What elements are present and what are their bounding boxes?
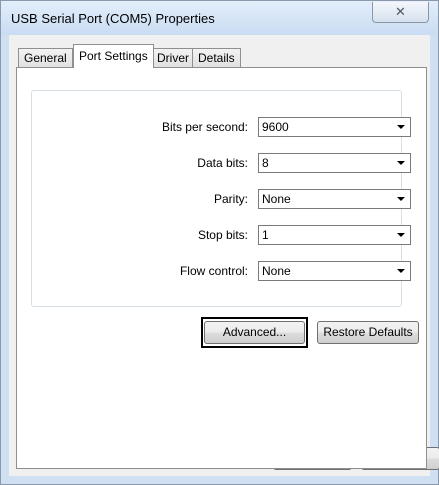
data-bits-label: Data bits: — [197, 156, 248, 170]
advanced-button[interactable]: Advanced... — [204, 321, 305, 344]
stop-bits-select[interactable]: 1 — [258, 225, 411, 245]
tab-details[interactable]: Details — [192, 48, 241, 67]
flow-control-label: Flow control: — [179, 264, 248, 278]
restore-defaults-button[interactable]: Restore Defaults — [317, 321, 419, 344]
flow-control-value: None — [262, 264, 291, 278]
chevron-down-icon — [397, 197, 405, 201]
parity-select[interactable]: None — [258, 189, 411, 209]
stop-bits-label: Stop bits: — [197, 228, 248, 242]
flow-control-select[interactable]: None — [258, 261, 411, 281]
chevron-down-icon — [397, 161, 405, 165]
parity-value: None — [262, 192, 291, 206]
chevron-down-icon — [397, 125, 405, 129]
close-icon: ✕ — [395, 4, 406, 19]
close-button[interactable]: ✕ — [372, 2, 429, 23]
stop-bits-value: 1 — [262, 228, 269, 242]
tab-driver[interactable]: Driver — [151, 48, 195, 67]
data-bits-select[interactable]: 8 — [258, 153, 411, 173]
chevron-down-icon — [397, 233, 405, 237]
settings-group: Bits per second: 9600 Data bits: 8 Parit… — [31, 90, 411, 307]
bits-per-second-select[interactable]: 9600 — [258, 117, 411, 137]
parity-label: Parity: — [213, 192, 248, 206]
title-bar[interactable]: USB Serial Port (COM5) Properties ✕ — [1, 1, 438, 35]
bits-per-second-value: 9600 — [262, 120, 289, 134]
properties-dialog: USB Serial Port (COM5) Properties ✕ Gene… — [0, 0, 439, 485]
tab-port-settings[interactable]: Port Settings — [73, 44, 154, 68]
chevron-down-icon — [397, 269, 405, 273]
port-settings-panel: Bits per second: 9600 Data bits: 8 Parit… — [16, 67, 427, 469]
dialog-client-area: General Port Settings Driver Details Bit… — [9, 35, 439, 476]
tab-general[interactable]: General — [18, 48, 73, 67]
window-title: USB Serial Port (COM5) Properties — [11, 11, 215, 26]
bits-per-second-label: Bits per second: — [161, 120, 248, 134]
data-bits-value: 8 — [262, 156, 269, 170]
